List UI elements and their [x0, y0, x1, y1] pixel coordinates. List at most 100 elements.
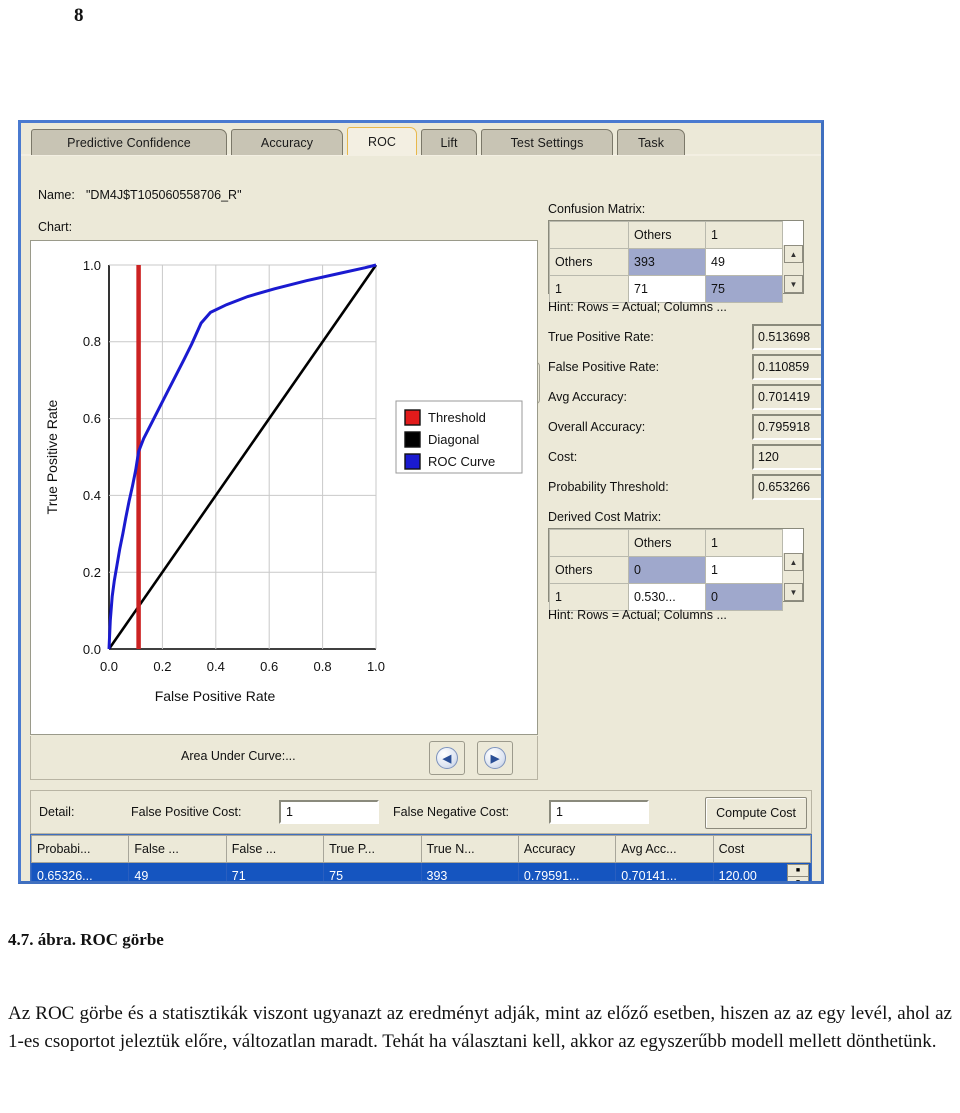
chevron-right-icon: ▶	[484, 747, 506, 769]
tab-test-settings[interactable]: Test Settings	[481, 129, 613, 155]
dcm-cell[interactable]: 0	[628, 556, 706, 584]
cm-row-header: Others	[549, 248, 629, 276]
stat-label: Overall Accuracy:	[548, 420, 646, 434]
page-number: 8	[74, 5, 84, 26]
confusion-matrix-scrollbar[interactable]: ▲ ▼	[782, 245, 803, 293]
svg-text:0.0: 0.0	[83, 642, 101, 657]
derived-cost-matrix-hint: Hint: Rows = Actual; Columns ...	[548, 608, 727, 622]
stat-row: Avg Accuracy: 0.701419	[548, 384, 821, 414]
results-grid[interactable]: Probabi... False ... False ... True P...…	[30, 834, 812, 881]
svg-text:0.8: 0.8	[314, 659, 332, 674]
grid-cell[interactable]: 75	[323, 862, 422, 881]
cm-cell[interactable]: 49	[705, 248, 783, 276]
tab-label: ROC	[367, 134, 397, 149]
grid-cell[interactable]: 0.70141...	[615, 862, 714, 881]
false-positive-cost-label: False Positive Cost:	[131, 805, 242, 819]
stat-value-true-positive-rate: 0.513698	[752, 324, 821, 350]
body-paragraph: Az ROC görbe és a statisztikák viszont u…	[8, 1003, 952, 1053]
spinner-down-icon[interactable]: ■	[788, 877, 808, 881]
svg-text:0.6: 0.6	[260, 659, 278, 674]
roc-chart: 0.0 0.2 0.4 0.6 0.8 1.0 0.0 0.2 0.4 0.6 …	[30, 240, 538, 735]
prev-button[interactable]: ◀	[429, 741, 465, 775]
stat-value-probability-threshold: 0.653266	[752, 474, 821, 500]
tab-bar: Predictive Confidence Accuracy ROC Lift …	[21, 123, 821, 156]
grid-cell[interactable]: 71	[225, 862, 325, 881]
dcm-cell[interactable]: 1	[705, 556, 783, 584]
grid-col-true-pos[interactable]: True P...	[323, 835, 422, 863]
x-axis-ticks: 0.0 0.2 0.4 0.6 0.8 1.0	[100, 659, 385, 674]
roc-panel: Name: "DM4J$T105060558706_R" Chart: 0.0 …	[24, 156, 821, 881]
triangle-down-icon[interactable]: ▼	[784, 583, 803, 601]
tab-predictive-confidence[interactable]: Predictive Confidence	[31, 129, 227, 155]
tab-lift[interactable]: Lift	[421, 129, 477, 155]
tab-roc[interactable]: ROC	[347, 127, 417, 155]
dcm-cell[interactable]: 0.530...	[628, 583, 706, 611]
triangle-up-icon[interactable]: ▲	[784, 245, 803, 263]
next-button[interactable]: ▶	[477, 741, 513, 775]
grid-cell[interactable]: 0.79591...	[517, 862, 617, 881]
table-row: 1 71 75	[549, 275, 783, 303]
false-negative-cost-input[interactable]: 1	[549, 800, 649, 824]
grid-col-cost[interactable]: Cost	[712, 835, 812, 863]
stat-label: Cost:	[548, 450, 578, 464]
compute-cost-button[interactable]: Compute Cost	[705, 797, 807, 829]
cm-col-header: 1	[705, 221, 783, 249]
stat-label: False Positive Rate:	[548, 360, 660, 374]
grid-cell[interactable]: 0.65326...	[30, 862, 130, 881]
tab-task[interactable]: Task	[617, 129, 685, 155]
application-window: Predictive Confidence Accuracy ROC Lift …	[18, 120, 824, 884]
stat-value-false-positive-rate: 0.110859	[752, 354, 821, 380]
name-value: "DM4J$T105060558706_R"	[86, 188, 242, 202]
svg-text:1.0: 1.0	[83, 258, 101, 273]
grid-col-false-neg[interactable]: False ...	[225, 835, 325, 863]
cm-cell[interactable]: 75	[705, 275, 783, 303]
table-row: Others 1	[549, 221, 783, 249]
stat-value-overall-accuracy: 0.795918	[752, 414, 821, 440]
grid-col-probability[interactable]: Probabi...	[30, 835, 130, 863]
svg-text:0.8: 0.8	[83, 334, 101, 349]
confusion-matrix-table[interactable]: Others 1 Others 393 49 1 71 75 ▲ ▼	[548, 220, 804, 303]
derived-cost-matrix-scrollbar[interactable]: ▲ ▼	[782, 553, 803, 601]
dcm-row-header: 1	[549, 583, 629, 611]
svg-text:0.4: 0.4	[83, 488, 101, 503]
grid-spinner[interactable]: ■ ■	[787, 864, 809, 881]
figure-caption: 4.7. ábra. ROC görbe	[8, 930, 164, 949]
stat-value-cost: 120	[752, 444, 821, 470]
cm-cell[interactable]: 71	[628, 275, 706, 303]
grid-cell[interactable]: 393	[420, 862, 519, 881]
chart-label: Chart:	[38, 220, 73, 234]
chart-legend: Threshold Diagonal ROC Curve	[395, 400, 523, 474]
confusion-matrix-title: Confusion Matrix:	[548, 202, 646, 216]
tab-label: Predictive Confidence	[67, 135, 191, 150]
detail-bar: Detail: False Positive Cost: 1 False Neg…	[30, 790, 812, 834]
stat-label: True Positive Rate:	[548, 330, 654, 344]
derived-cost-matrix-table[interactable]: Others 1 Others 0 1 1 0.530... 0 ▲ ▼	[548, 528, 804, 611]
grid-cell[interactable]: 49	[128, 862, 227, 881]
false-positive-cost-input[interactable]: 1	[279, 800, 379, 824]
tab-accuracy[interactable]: Accuracy	[231, 129, 343, 155]
dcm-cell[interactable]: 0	[705, 583, 783, 611]
table-row: 0.65326... 49 71 75 393 0.79591... 0.701…	[30, 862, 812, 881]
cm-corner	[549, 221, 629, 249]
diagonal-line	[107, 264, 378, 650]
y-axis-ticks: 0.0 0.2 0.4 0.6 0.8 1.0	[83, 258, 101, 657]
grid-col-true-neg[interactable]: True N...	[420, 835, 519, 863]
cm-cell[interactable]: 393	[628, 248, 706, 276]
grid-col-accuracy[interactable]: Accuracy	[517, 835, 617, 863]
stat-row: False Positive Rate: 0.110859	[548, 354, 821, 384]
legend-swatch-diagonal	[404, 431, 421, 448]
stat-label: Avg Accuracy:	[548, 390, 627, 404]
legend-label-threshold: Threshold	[428, 410, 486, 425]
grid-col-avg-accuracy[interactable]: Avg Acc...	[615, 835, 714, 863]
chevron-left-icon: ◀	[436, 747, 458, 769]
dcm-corner	[549, 529, 629, 557]
dcm-row-header: Others	[549, 556, 629, 584]
triangle-down-icon[interactable]: ▼	[784, 275, 803, 293]
table-row: Others 1	[549, 529, 783, 557]
grid-col-false-pos[interactable]: False ...	[128, 835, 227, 863]
triangle-up-icon[interactable]: ▲	[784, 553, 803, 571]
svg-text:1.0: 1.0	[367, 659, 385, 674]
y-axis-label: True Positive Rate	[44, 399, 60, 514]
spinner-up-icon[interactable]: ■	[788, 865, 808, 877]
statistics-list: True Positive Rate: 0.513698 False Posit…	[548, 324, 821, 504]
